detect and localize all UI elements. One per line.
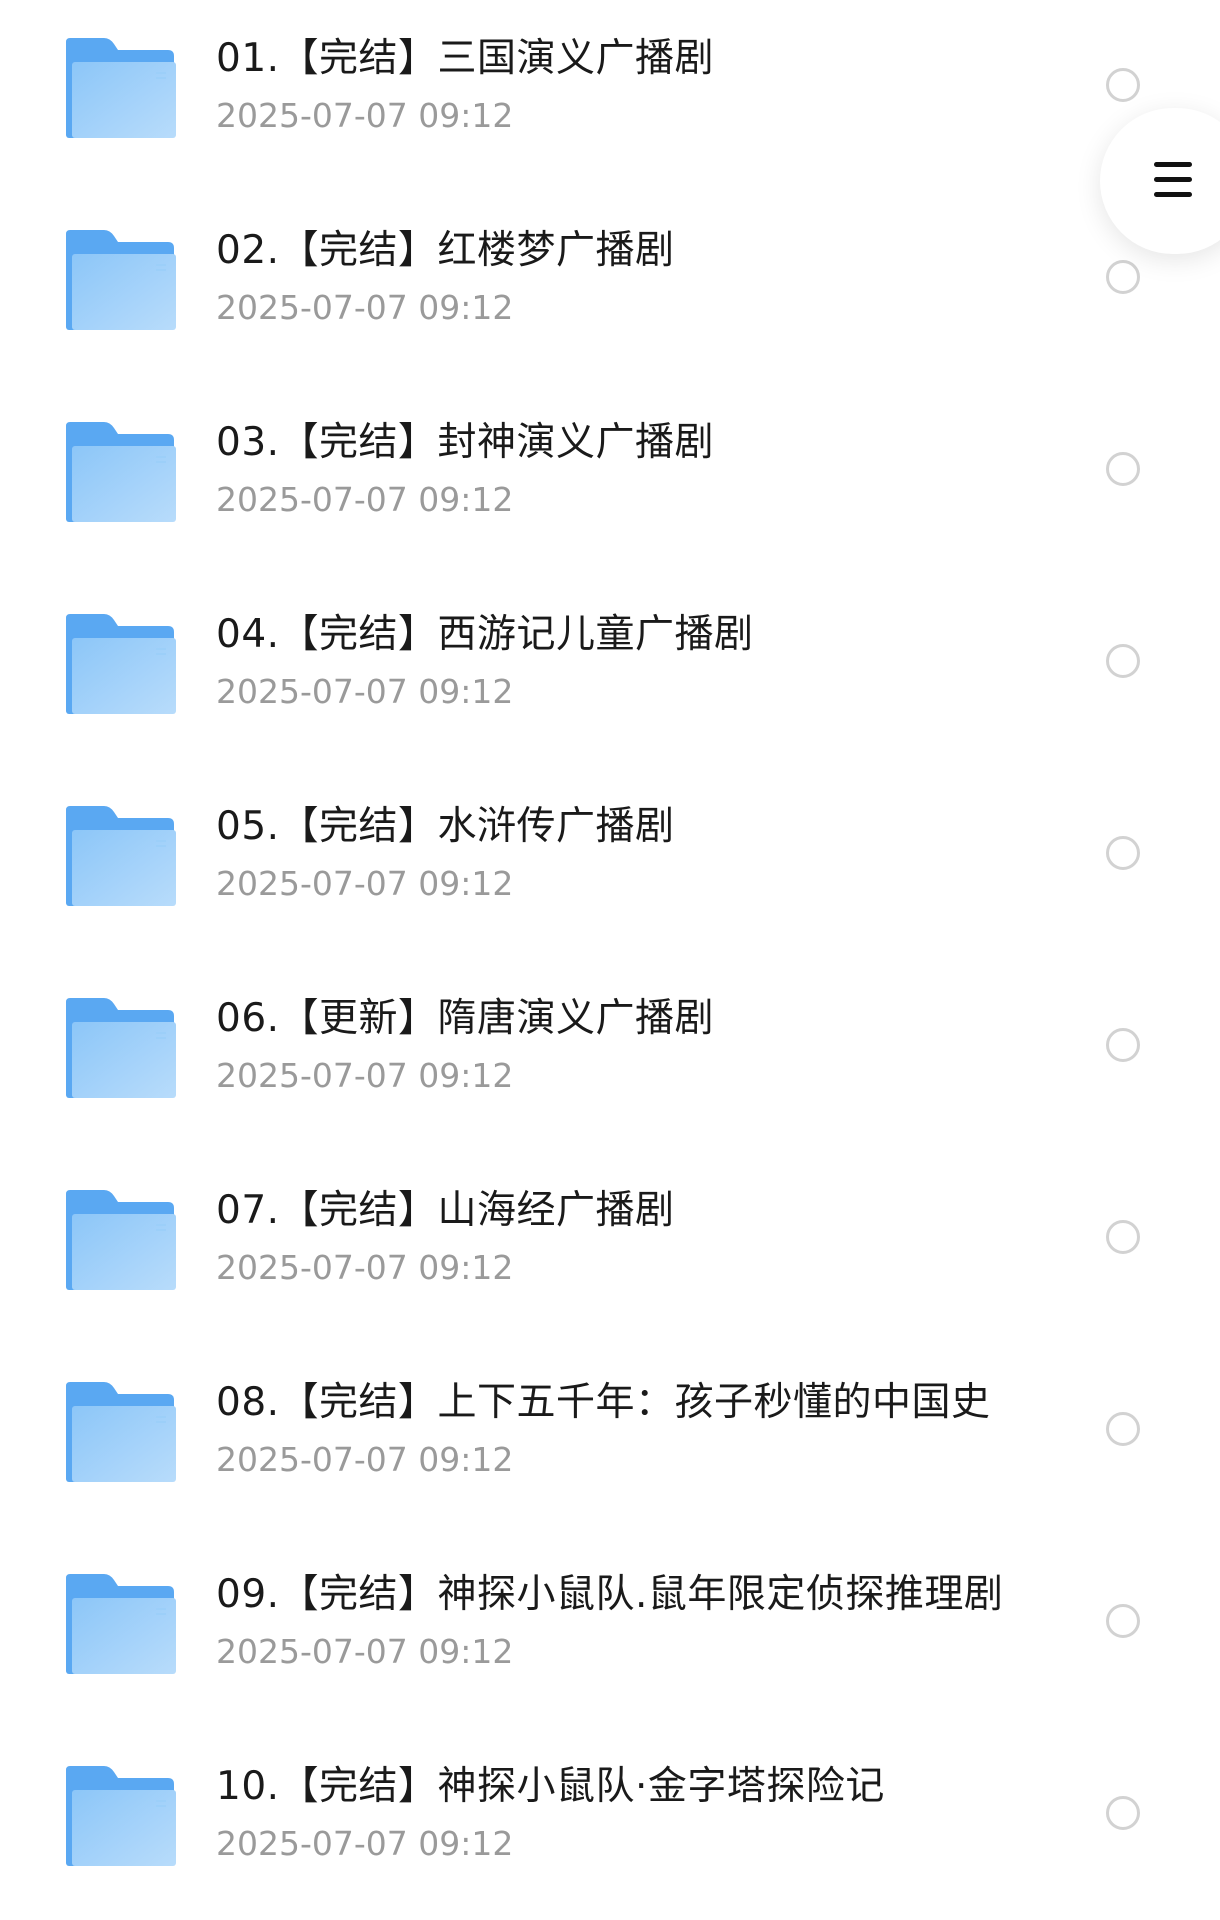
folder-row[interactable]: 07.【完结】山海经广播剧 2025-07-07 09:12: [0, 1152, 1220, 1344]
folder-date: 2025-07-07 09:12: [216, 288, 514, 327]
folder-row[interactable]: 03.【完结】封神演义广播剧 2025-07-07 09:12: [0, 384, 1220, 576]
folder-row[interactable]: 01.【完结】三国演义广播剧 2025-07-07 09:12: [0, 0, 1220, 192]
select-radio[interactable]: [1106, 644, 1140, 678]
folder-row[interactable]: 04.【完结】西游记儿童广播剧 2025-07-07 09:12: [0, 576, 1220, 768]
folder-name: 08.【完结】上下五千年：孩子秒懂的中国史: [216, 1380, 991, 1425]
folder-icon: [64, 420, 176, 522]
folder-list: 01.【完结】三国演义广播剧 2025-07-07 09:12 02.【完结】红…: [0, 0, 1220, 1920]
folder-name: 10.【完结】神探小鼠队·金字塔探险记: [216, 1764, 885, 1809]
folder-row[interactable]: 05.【完结】水浒传广播剧 2025-07-07 09:12: [0, 768, 1220, 960]
folder-icon: [64, 1380, 176, 1482]
folder-row[interactable]: 10.【完结】神探小鼠队·金字塔探险记 2025-07-07 09:12: [0, 1728, 1220, 1920]
folder-date: 2025-07-07 09:12: [216, 1440, 514, 1479]
folder-date: 2025-07-07 09:12: [216, 864, 514, 903]
folder-name: 03.【完结】封神演义广播剧: [216, 420, 715, 465]
folder-row[interactable]: 02.【完结】红楼梦广播剧 2025-07-07 09:12: [0, 192, 1220, 384]
folder-icon: [64, 804, 176, 906]
folder-name: 05.【完结】水浒传广播剧: [216, 804, 675, 849]
folder-date: 2025-07-07 09:12: [216, 1248, 514, 1287]
select-radio[interactable]: [1106, 1220, 1140, 1254]
folder-row[interactable]: 06.【更新】隋唐演义广播剧 2025-07-07 09:12: [0, 960, 1220, 1152]
folder-date: 2025-07-07 09:12: [216, 1632, 514, 1671]
menu-icon-bar: [1154, 192, 1192, 197]
folder-row[interactable]: 08.【完结】上下五千年：孩子秒懂的中国史 2025-07-07 09:12: [0, 1344, 1220, 1536]
folder-row[interactable]: 09.【完结】神探小鼠队.鼠年限定侦探推理剧 2025-07-07 09:12: [0, 1536, 1220, 1728]
select-radio[interactable]: [1106, 1796, 1140, 1830]
folder-icon: [64, 996, 176, 1098]
select-radio[interactable]: [1106, 836, 1140, 870]
menu-icon-bar: [1154, 162, 1192, 167]
folder-icon: [64, 36, 176, 138]
select-radio[interactable]: [1106, 1028, 1140, 1062]
select-radio[interactable]: [1106, 260, 1140, 294]
folder-icon: [64, 1188, 176, 1290]
select-radio[interactable]: [1106, 452, 1140, 486]
folder-icon: [64, 1764, 176, 1866]
folder-icon: [64, 612, 176, 714]
folder-date: 2025-07-07 09:12: [216, 1824, 514, 1863]
folder-date: 2025-07-07 09:12: [216, 672, 514, 711]
folder-name: 01.【完结】三国演义广播剧: [216, 36, 715, 81]
select-radio[interactable]: [1106, 1412, 1140, 1446]
folder-date: 2025-07-07 09:12: [216, 96, 514, 135]
select-radio[interactable]: [1106, 68, 1140, 102]
folder-date: 2025-07-07 09:12: [216, 480, 514, 519]
menu-icon: [1154, 160, 1192, 200]
folder-name: 06.【更新】隋唐演义广播剧: [216, 996, 715, 1041]
folder-name: 04.【完结】西游记儿童广播剧: [216, 612, 754, 657]
folder-name: 09.【完结】神探小鼠队.鼠年限定侦探推理剧: [216, 1572, 1004, 1617]
folder-date: 2025-07-07 09:12: [216, 1056, 514, 1095]
folder-icon: [64, 228, 176, 330]
folder-name: 02.【完结】红楼梦广播剧: [216, 228, 675, 273]
folder-name: 07.【完结】山海经广播剧: [216, 1188, 675, 1233]
menu-icon-bar: [1154, 177, 1192, 182]
select-radio[interactable]: [1106, 1604, 1140, 1638]
folder-icon: [64, 1572, 176, 1674]
